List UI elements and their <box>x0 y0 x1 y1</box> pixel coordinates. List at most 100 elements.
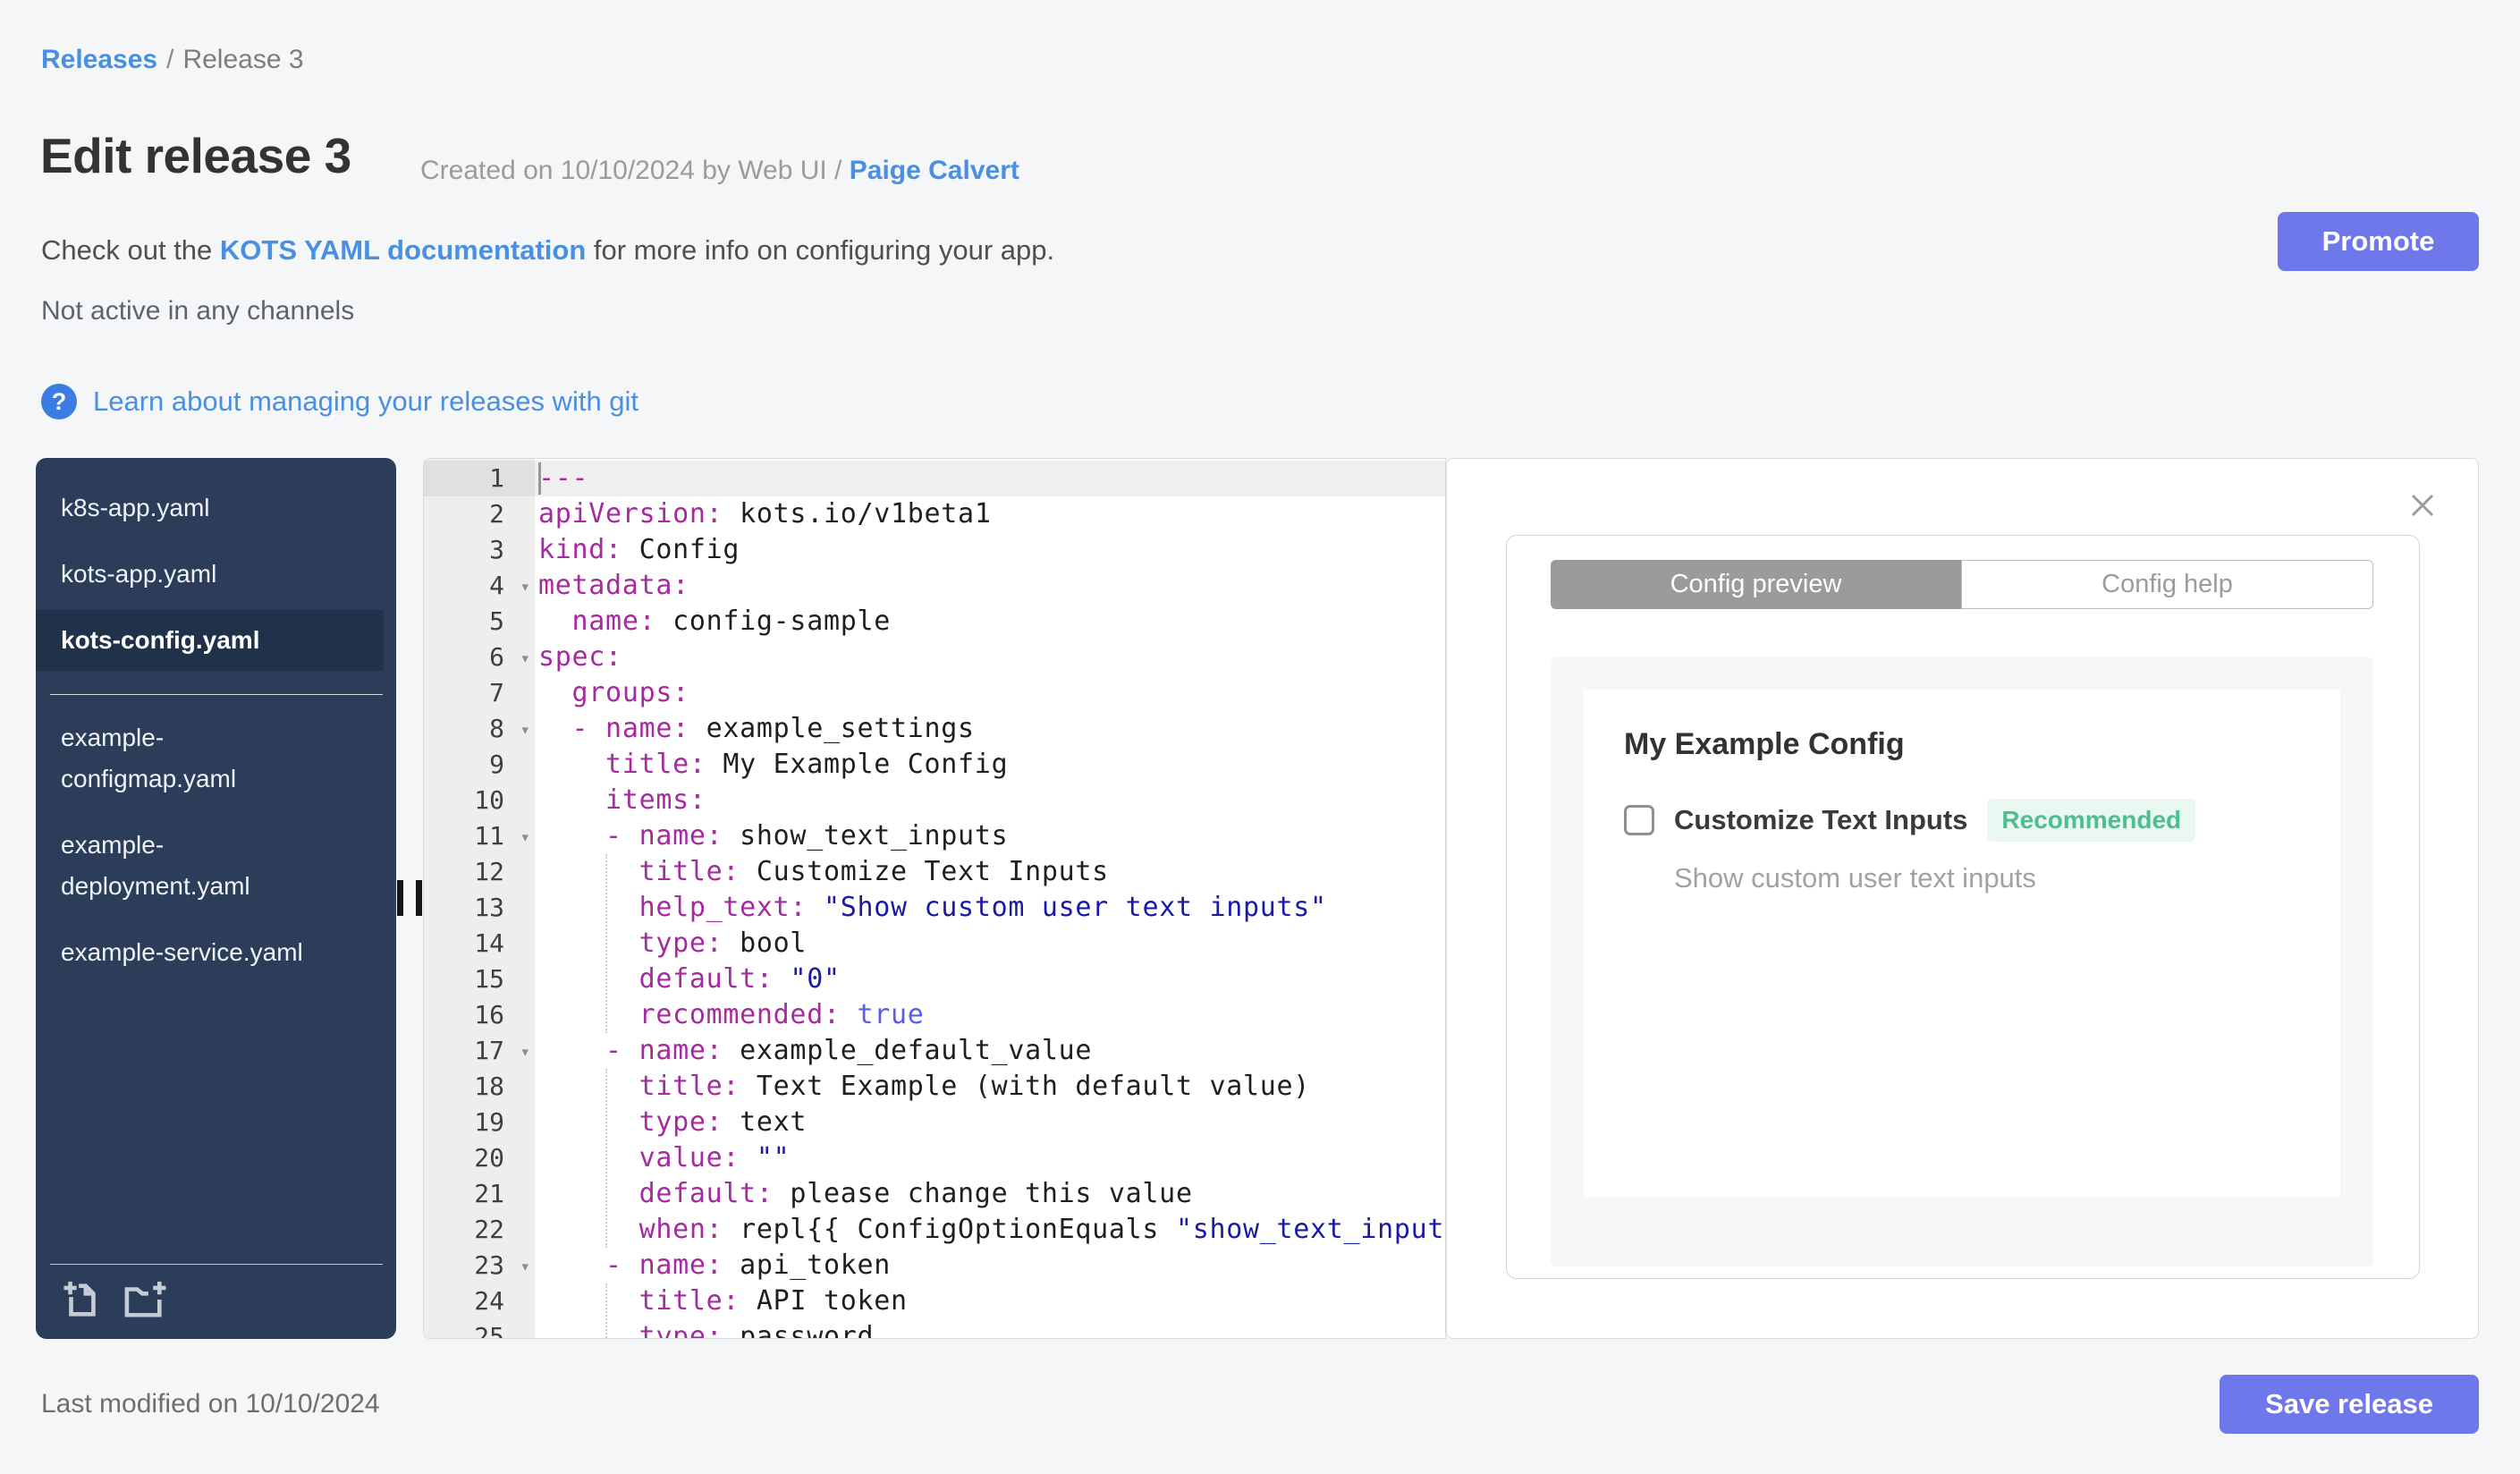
code-line[interactable]: recommended: true <box>535 997 1445 1033</box>
code-line[interactable]: --- <box>535 461 1445 496</box>
breadcrumb: Releases / Release 3 <box>41 45 304 75</box>
line-number: 4 ▾ <box>424 568 535 604</box>
code-line[interactable]: help_text: "Show custom user text inputs… <box>535 890 1445 926</box>
code-line[interactable]: metadata: <box>535 568 1445 604</box>
code-line[interactable]: - name: api_token <box>535 1248 1445 1283</box>
code-line[interactable]: value: "" <box>535 1140 1445 1176</box>
line-number: 5 <box>489 606 504 636</box>
config-preview-body: My Example Config Customize Text Inputs … <box>1551 657 2373 1266</box>
kots-yaml-doc-link[interactable]: KOTS YAML documentation <box>220 234 586 266</box>
line-number: 25 <box>474 1322 504 1339</box>
code-line[interactable]: title: API token <box>535 1283 1445 1319</box>
code-line[interactable]: - name: show_text_inputs <box>535 818 1445 854</box>
sidebar-file-example-service.yaml[interactable]: example-service.yaml <box>36 922 384 983</box>
git-help-row: ? Learn about managing your releases wit… <box>41 384 638 419</box>
fold-arrow-icon[interactable]: ▾ <box>520 712 530 748</box>
question-mark-icon: ? <box>41 384 77 419</box>
sidebar-file-kots-app.yaml[interactable]: kots-app.yaml <box>36 544 384 605</box>
line-number: 22 <box>474 1215 504 1244</box>
code-line[interactable]: spec: <box>535 640 1445 675</box>
code-line[interactable]: title: Text Example (with default value) <box>535 1069 1445 1105</box>
file-sidebar: k8s-app.yaml kots-app.yaml kots-config.yam… <box>36 458 396 1339</box>
page-title: Edit release 3 <box>40 128 351 183</box>
line-number: 2 <box>489 499 504 529</box>
sidebar-file-example-configmap.yaml[interactable]: example-configmap.yaml <box>36 707 384 809</box>
author-link[interactable]: Paige Calvert <box>850 156 1019 185</box>
line-number: 3 <box>489 535 504 564</box>
created-info: Created on 10/10/2024 by Web UI / Paige … <box>420 156 1019 186</box>
new-folder-button[interactable] <box>122 1279 168 1323</box>
line-number: 8 ▾ <box>424 711 535 747</box>
code-line[interactable]: kind: Config <box>535 532 1445 568</box>
config-item-help: Show custom user text inputs <box>1674 862 2036 894</box>
sidebar-divider <box>50 694 383 695</box>
code-line[interactable]: name: config-sample <box>535 604 1445 640</box>
indent-guide <box>605 854 607 1033</box>
save-release-button[interactable]: Save release <box>2220 1375 2479 1434</box>
editor-code-area[interactable]: --- apiVersion: kots.io/v1beta1 kind: Conf… <box>535 459 1445 1338</box>
doc-text-post: for more info on configuring your app. <box>586 234 1055 266</box>
git-releases-link[interactable]: Learn about managing your releases with … <box>93 385 638 418</box>
config-tabs: Config preview Config help <box>1551 560 2373 609</box>
new-file-icon <box>63 1281 96 1317</box>
line-number: 1 <box>424 461 535 496</box>
release-workspace: k8s-app.yaml kots-app.yaml kots-config.yam… <box>0 458 2520 1339</box>
fold-arrow-icon[interactable]: ▾ <box>520 1034 530 1070</box>
line-number: 20 <box>474 1143 504 1173</box>
text-cursor <box>538 462 541 495</box>
code-line[interactable]: groups: <box>535 675 1445 711</box>
code-line[interactable]: title: Customize Text Inputs <box>535 854 1445 890</box>
yaml-editor[interactable]: 1 2 3 4 ▾ 5 6 ▾ 7 8 ▾ 9 10 11 ▾ 12 13 14 15 16 17 ▾ 18 19 20 21 22… <box>423 458 1446 1339</box>
last-modified: Last modified on 10/10/2024 <box>41 1389 380 1419</box>
line-number: 12 <box>474 857 504 886</box>
line-number: 21 <box>474 1179 504 1208</box>
tab-config-help[interactable]: Config help <box>1961 560 2373 609</box>
sidebar-resize-handle[interactable] <box>397 880 422 916</box>
breadcrumb-separator: / <box>166 45 174 74</box>
sidebar-bottom-divider <box>50 1264 383 1265</box>
code-line[interactable]: type: text <box>535 1105 1445 1140</box>
config-card: Config preview Config help My Example Con… <box>1506 535 2420 1279</box>
config-group-title: My Example Config <box>1624 727 1905 761</box>
code-line[interactable]: default: please change this value <box>535 1176 1445 1212</box>
doc-info: Check out the KOTS YAML documentation fo… <box>41 234 1054 267</box>
line-number: 19 <box>474 1107 504 1137</box>
code-line[interactable]: title: My Example Config <box>535 747 1445 783</box>
new-folder-icon <box>124 1281 166 1317</box>
sidebar-file-k8s-app.yaml[interactable]: k8s-app.yaml <box>36 478 384 538</box>
new-file-button[interactable] <box>61 1279 102 1323</box>
code-line[interactable]: - name: example_default_value <box>535 1033 1445 1069</box>
line-number: 7 <box>489 678 504 707</box>
line-number: 13 <box>474 893 504 922</box>
config-item-row: Customize Text Inputs Recommended <box>1624 799 2196 842</box>
line-number: 23 ▾ <box>424 1248 535 1283</box>
sidebar-actions <box>36 1264 396 1339</box>
breadcrumb-releases-link[interactable]: Releases <box>41 45 157 74</box>
sidebar-file-kots-config.yaml[interactable]: kots-config.yaml <box>36 610 384 671</box>
customize-text-inputs-checkbox[interactable] <box>1624 805 1654 835</box>
fold-arrow-icon[interactable]: ▾ <box>520 819 530 855</box>
config-item-label: Customize Text Inputs <box>1674 804 1968 835</box>
line-number: 15 <box>474 964 504 994</box>
line-number: 18 <box>474 1072 504 1101</box>
fold-arrow-icon[interactable]: ▾ <box>520 1249 530 1284</box>
promote-button[interactable]: Promote <box>2278 212 2479 271</box>
line-number: 11 ▾ <box>424 818 535 854</box>
sidebar-file-example-deployment.yaml[interactable]: example-deployment.yaml <box>36 815 384 917</box>
created-text: Created on 10/10/2024 by Web UI / <box>420 156 850 185</box>
code-line[interactable]: when: repl{{ ConfigOptionEquals "show_te… <box>535 1212 1445 1248</box>
code-line[interactable]: type: password <box>535 1319 1445 1338</box>
line-number: 9 <box>489 750 504 779</box>
code-line[interactable]: default: "0" <box>535 961 1445 997</box>
tab-config-preview[interactable]: Config preview <box>1551 560 1961 609</box>
fold-arrow-icon[interactable]: ▾ <box>520 569 530 605</box>
code-line[interactable]: apiVersion: kots.io/v1beta1 <box>535 496 1445 532</box>
code-line[interactable]: items: <box>535 783 1445 818</box>
channel-status: Not active in any channels <box>41 296 355 326</box>
fold-arrow-icon[interactable]: ▾ <box>520 640 530 676</box>
code-line[interactable]: type: bool <box>535 926 1445 961</box>
code-line[interactable]: - name: example_settings <box>535 711 1445 747</box>
close-icon[interactable] <box>2406 489 2439 521</box>
config-form: My Example Config Customize Text Inputs … <box>1584 690 2340 1198</box>
indent-guide <box>605 1069 607 1248</box>
